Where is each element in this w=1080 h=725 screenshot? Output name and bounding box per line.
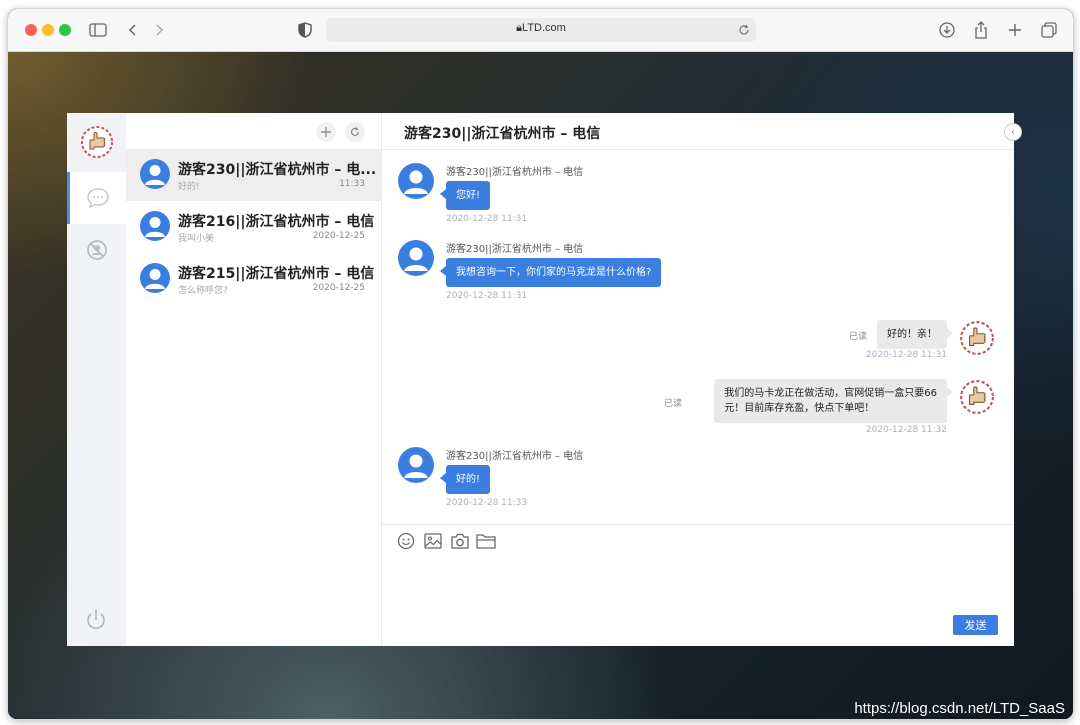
download-icon[interactable] [936,19,958,41]
conversation-list-header [126,113,381,149]
tab-blocked-users[interactable] [67,224,126,276]
avatar [140,211,170,241]
message-bubble: 您好! [439,181,491,210]
privacy-shield-icon[interactable] [294,19,316,41]
conversation-preview: 怎么称呼您? [178,286,228,296]
message-list[interactable]: 游客230||浙江省杭州市 – 电信 您好! 2020-12-28 11:31 … [382,150,1012,524]
conversation-item[interactable]: 游客230||浙江省杭州市 – 电... 好的! 11:33 [126,149,381,201]
brand-logo-icon [80,125,114,159]
chat-bubble-icon [87,188,109,209]
sender-name: 游客230||浙江省杭州市 – 电信 [446,451,584,462]
collapse-panel-icon[interactable]: ‹ [1004,123,1022,141]
conversation-name: 游客216||浙江省杭州市 – 电信 [178,214,375,230]
avatar [398,240,434,276]
forward-icon[interactable] [148,19,170,41]
close-window-button[interactable] [25,24,37,36]
nav-rail [67,113,126,646]
sender-name: 游客230||浙江省杭州市 – 电信 [446,244,584,255]
message-composer: 发送 [382,524,1014,647]
emoji-icon[interactable] [396,531,416,551]
message-time: 2020-12-28 11:32 [865,425,947,435]
folder-icon[interactable] [476,531,496,551]
image-icon[interactable] [423,531,443,551]
chat-app: 游客230||浙江省杭州市 – 电... 好的! 11:33 游客216||浙江… [67,113,1022,647]
add-icon[interactable] [316,122,336,142]
message-time: 2020-12-28 11:31 [446,214,528,224]
sender-name: 游客230||浙江省杭州市 – 电信 [446,167,584,178]
message-time: 2020-12-28 11:31 [446,291,528,301]
avatar [398,163,434,199]
avatar [140,263,170,293]
back-icon[interactable] [122,19,144,41]
conversation-name: 游客215||浙江省杭州市 – 电信 [178,266,375,282]
desktop-background: 游客230||浙江省杭州市 – 电... 好的! 11:33 游客216||浙江… [8,52,1073,719]
blocked-user-icon [86,240,107,260]
conversation-preview: 我叫小美 [178,234,215,244]
url-text: LTD.com [522,22,566,34]
conversation-item[interactable]: 游客215||浙江省杭州市 – 电信 怎么称呼您? 2020-12-25 [126,253,381,305]
agent-avatar-icon [959,379,995,415]
new-tab-icon[interactable] [1004,19,1026,41]
conversation-preview: 好的! [178,182,200,192]
message-bubble: 好的！亲！ [877,320,953,349]
read-status: 已读 [663,399,682,409]
tab-conversations[interactable] [67,172,126,224]
minimize-window-button[interactable] [42,24,54,36]
conversation-time: 2020-12-25 [312,231,365,241]
address-bar[interactable]: 🔒︎LTD.com [326,18,756,42]
message-time: 2020-12-28 11:31 [865,350,947,360]
browser-toolbar: 🔒︎LTD.com [8,9,1073,52]
conversation-item[interactable]: 游客216||浙江省杭州市 – 电信 我叫小美 2020-12-25 [126,201,381,253]
conversation-time: 11:33 [339,179,365,189]
conversation-time: 2020-12-25 [312,283,365,293]
chat-header: 游客230||浙江省杭州市 – 电信 ‹ [382,113,1022,150]
camera-icon[interactable] [450,531,470,551]
chat-panel: 游客230||浙江省杭州市 – 电信 ‹ 游客230||浙江省杭州市 – 电信 … [382,113,1022,647]
browser-window: 🔒︎LTD.com 游客230||浙江省杭州市 – 电... 好的! 11:33… [7,8,1074,720]
reload-icon[interactable] [738,21,750,40]
chat-title: 游客230||浙江省杭州市 – 电信 [404,126,601,142]
read-status: 已读 [848,332,867,342]
message-bubble: 我想咨询一下，你们家的马克龙是什么价格? [439,258,662,287]
conversation-name: 游客230||浙江省杭州市 – 电... [178,162,377,178]
tab-overview-icon[interactable] [1038,19,1060,41]
sidebar-toggle-icon[interactable] [87,19,109,41]
send-button[interactable]: 发送 [953,615,998,635]
message-line: 我们的马卡龙正在做活动，官网促销一盒只要66 [724,388,937,399]
message-bubble: 我们的马卡龙正在做活动，官网促销一盒只要66 元！目前库存充盈，快点下单吧！ [714,379,953,423]
refresh-icon[interactable] [345,122,365,142]
share-icon[interactable] [970,19,992,41]
power-icon[interactable] [84,608,108,632]
message-time: 2020-12-28 11:33 [446,498,528,508]
agent-avatar-icon [959,320,995,356]
zoom-window-button[interactable] [59,24,71,36]
watermark-text: https://blog.csdn.net/LTD_SaaS [854,700,1065,717]
message-line: 元！目前库存充盈，快点下单吧！ [724,403,875,414]
conversation-list: 游客230||浙江省杭州市 – 电... 好的! 11:33 游客216||浙江… [126,113,382,646]
avatar [140,159,170,189]
avatar [398,447,434,483]
message-bubble: 好的! [439,465,491,494]
